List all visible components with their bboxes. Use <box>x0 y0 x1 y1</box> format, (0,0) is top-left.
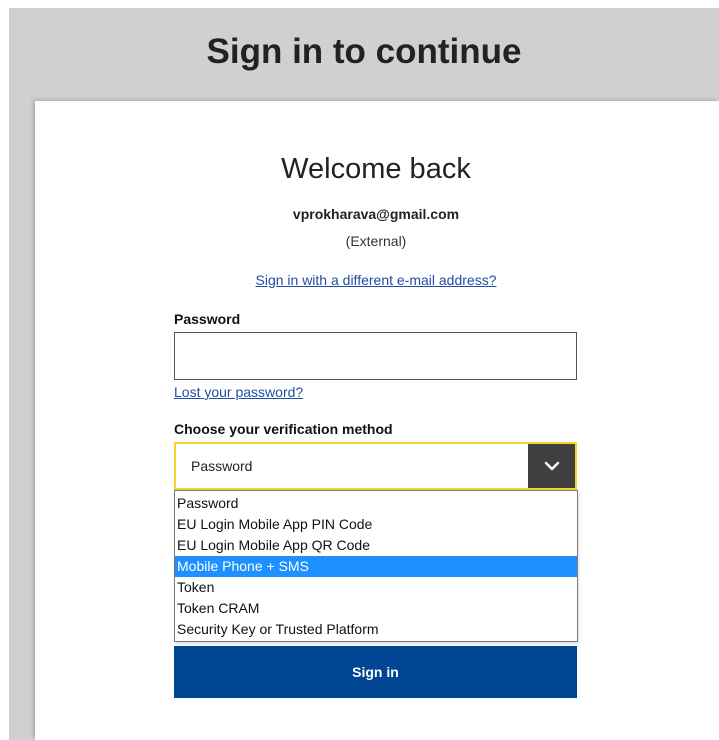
option-password[interactable]: Password <box>175 493 577 514</box>
option-security-key[interactable]: Security Key or Trusted Platform <box>175 619 577 640</box>
account-type: (External) <box>345 233 407 249</box>
chevron-down-icon[interactable] <box>528 444 575 488</box>
verification-method-value: Password <box>191 458 253 474</box>
option-mobile-phone-sms[interactable]: Mobile Phone + SMS <box>175 556 577 577</box>
verification-method-label: Choose your verification method <box>174 421 393 437</box>
verification-method-select[interactable]: Password <box>174 442 577 490</box>
page-title: Sign in to continue <box>206 32 522 71</box>
option-token-cram[interactable]: Token CRAM <box>175 598 577 619</box>
lost-password-link[interactable]: Lost your password? <box>174 384 303 400</box>
different-email-link[interactable]: Sign in with a different e-mail address? <box>35 272 717 288</box>
user-email: vprokharava@gmail.com <box>292 206 460 222</box>
verification-method-dropdown: Password EU Login Mobile App PIN Code EU… <box>174 490 578 642</box>
sign-in-button[interactable]: Sign in <box>174 646 577 698</box>
welcome-heading: Welcome back <box>281 153 471 185</box>
option-mobile-app-pin[interactable]: EU Login Mobile App PIN Code <box>175 514 577 535</box>
option-mobile-app-qr[interactable]: EU Login Mobile App QR Code <box>175 535 577 556</box>
password-label: Password <box>174 311 241 327</box>
option-token[interactable]: Token <box>175 577 577 598</box>
password-input[interactable] <box>174 332 577 380</box>
